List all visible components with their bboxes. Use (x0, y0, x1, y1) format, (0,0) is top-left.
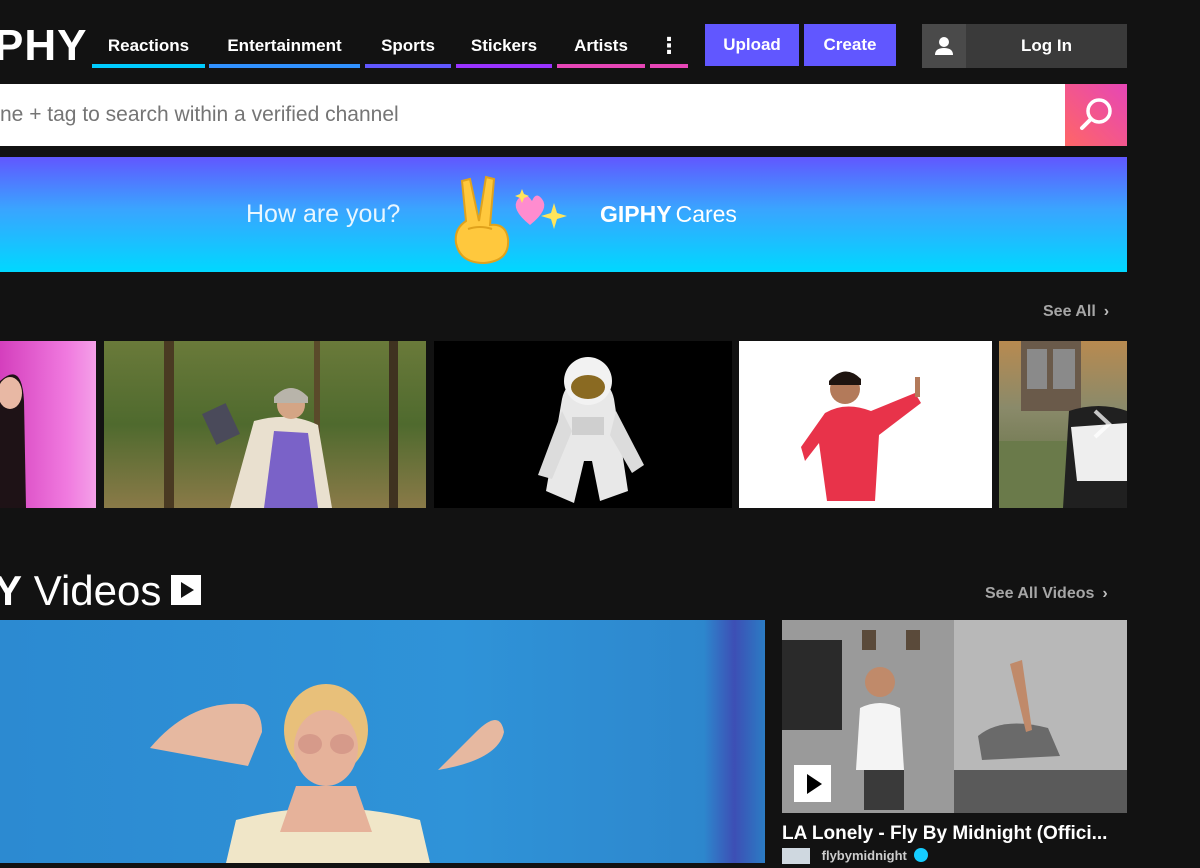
login-button[interactable]: Log In (922, 24, 1127, 68)
more-dots-icon: ⋮ (658, 33, 680, 58)
nav-underline (557, 64, 645, 68)
giphy-cares-banner[interactable]: How are you? GIPHY Cares (0, 157, 1127, 272)
side-video-channel[interactable]: flybymidnight (782, 848, 1127, 868)
gif-tile[interactable] (0, 341, 96, 508)
see-all-label: See All (1043, 303, 1096, 320)
peace-hand-icon (454, 175, 567, 265)
gif-thumbnail-image (538, 357, 644, 503)
banner-brand-bold: GIPHY (600, 201, 672, 227)
nav-reactions-label: Reactions (107, 36, 190, 55)
gif-thumbnail-image (801, 371, 921, 501)
search-icon (1080, 98, 1112, 130)
nav-entertainment-label: Entertainment (227, 36, 342, 55)
gif-tile[interactable] (999, 341, 1127, 508)
gif-thumbnail-image (164, 341, 398, 508)
channel-avatar (782, 848, 810, 864)
verified-icon (914, 848, 929, 862)
banner-brand-light: Cares (675, 201, 737, 227)
nav-artists[interactable]: Artists (557, 24, 645, 68)
nav-stickers-label: Stickers (470, 36, 538, 55)
nav-entertainment[interactable]: Entertainment (209, 24, 360, 68)
login-label: Log In (1021, 36, 1072, 55)
trending-see-all-link[interactable]: See All › (1043, 303, 1109, 321)
user-icon (922, 24, 966, 68)
play-box-icon (171, 574, 202, 605)
banner-question: How are you? (246, 200, 401, 228)
create-button[interactable]: Create (804, 24, 896, 66)
giphy-logo[interactable]: PHY (0, 20, 87, 72)
video-thumbnail-image (150, 684, 504, 863)
nav-underline (456, 64, 552, 68)
nav-underline (650, 64, 688, 68)
side-video-title[interactable]: LA Lonely - Fly By Midnight (Offici... (782, 822, 1127, 846)
gif-tile[interactable] (104, 341, 426, 508)
search-input[interactable] (0, 84, 1065, 146)
upload-button[interactable]: Upload (705, 24, 799, 66)
featured-video[interactable] (0, 620, 765, 863)
video-thumbnail-image (782, 620, 1127, 813)
more-menu-button[interactable]: ⋮ (650, 24, 688, 68)
nav-sports[interactable]: Sports (365, 24, 451, 68)
channel-name: flybymidnight (821, 848, 907, 863)
videos-title-partial: Y (0, 567, 23, 614)
nav-underline (92, 64, 205, 68)
side-video[interactable] (782, 620, 1127, 813)
videos-title-text: Videos (33, 567, 162, 614)
nav-artists-label: Artists (574, 36, 628, 55)
gif-tile[interactable] (739, 341, 992, 508)
nav-stickers[interactable]: Stickers (456, 24, 552, 68)
gif-thumbnail-image (0, 374, 26, 508)
search-button[interactable] (1065, 84, 1127, 146)
see-all-videos-label: See All Videos (985, 585, 1095, 602)
nav-underline (209, 64, 360, 68)
play-icon[interactable] (794, 765, 831, 802)
videos-see-all-link[interactable]: See All Videos › (985, 585, 1108, 603)
banner-brand: GIPHY Cares (600, 157, 737, 272)
nav-reactions[interactable]: Reactions (92, 24, 205, 68)
chevron-right-icon: › (1102, 585, 1108, 602)
chevron-right-icon: › (1103, 303, 1110, 320)
nav-underline (365, 64, 451, 68)
videos-section-title: Y Videos (0, 563, 202, 619)
gif-tile[interactable] (434, 341, 732, 508)
nav-sports-label: Sports (381, 36, 435, 55)
carousel-next-icon[interactable] (1089, 407, 1115, 441)
